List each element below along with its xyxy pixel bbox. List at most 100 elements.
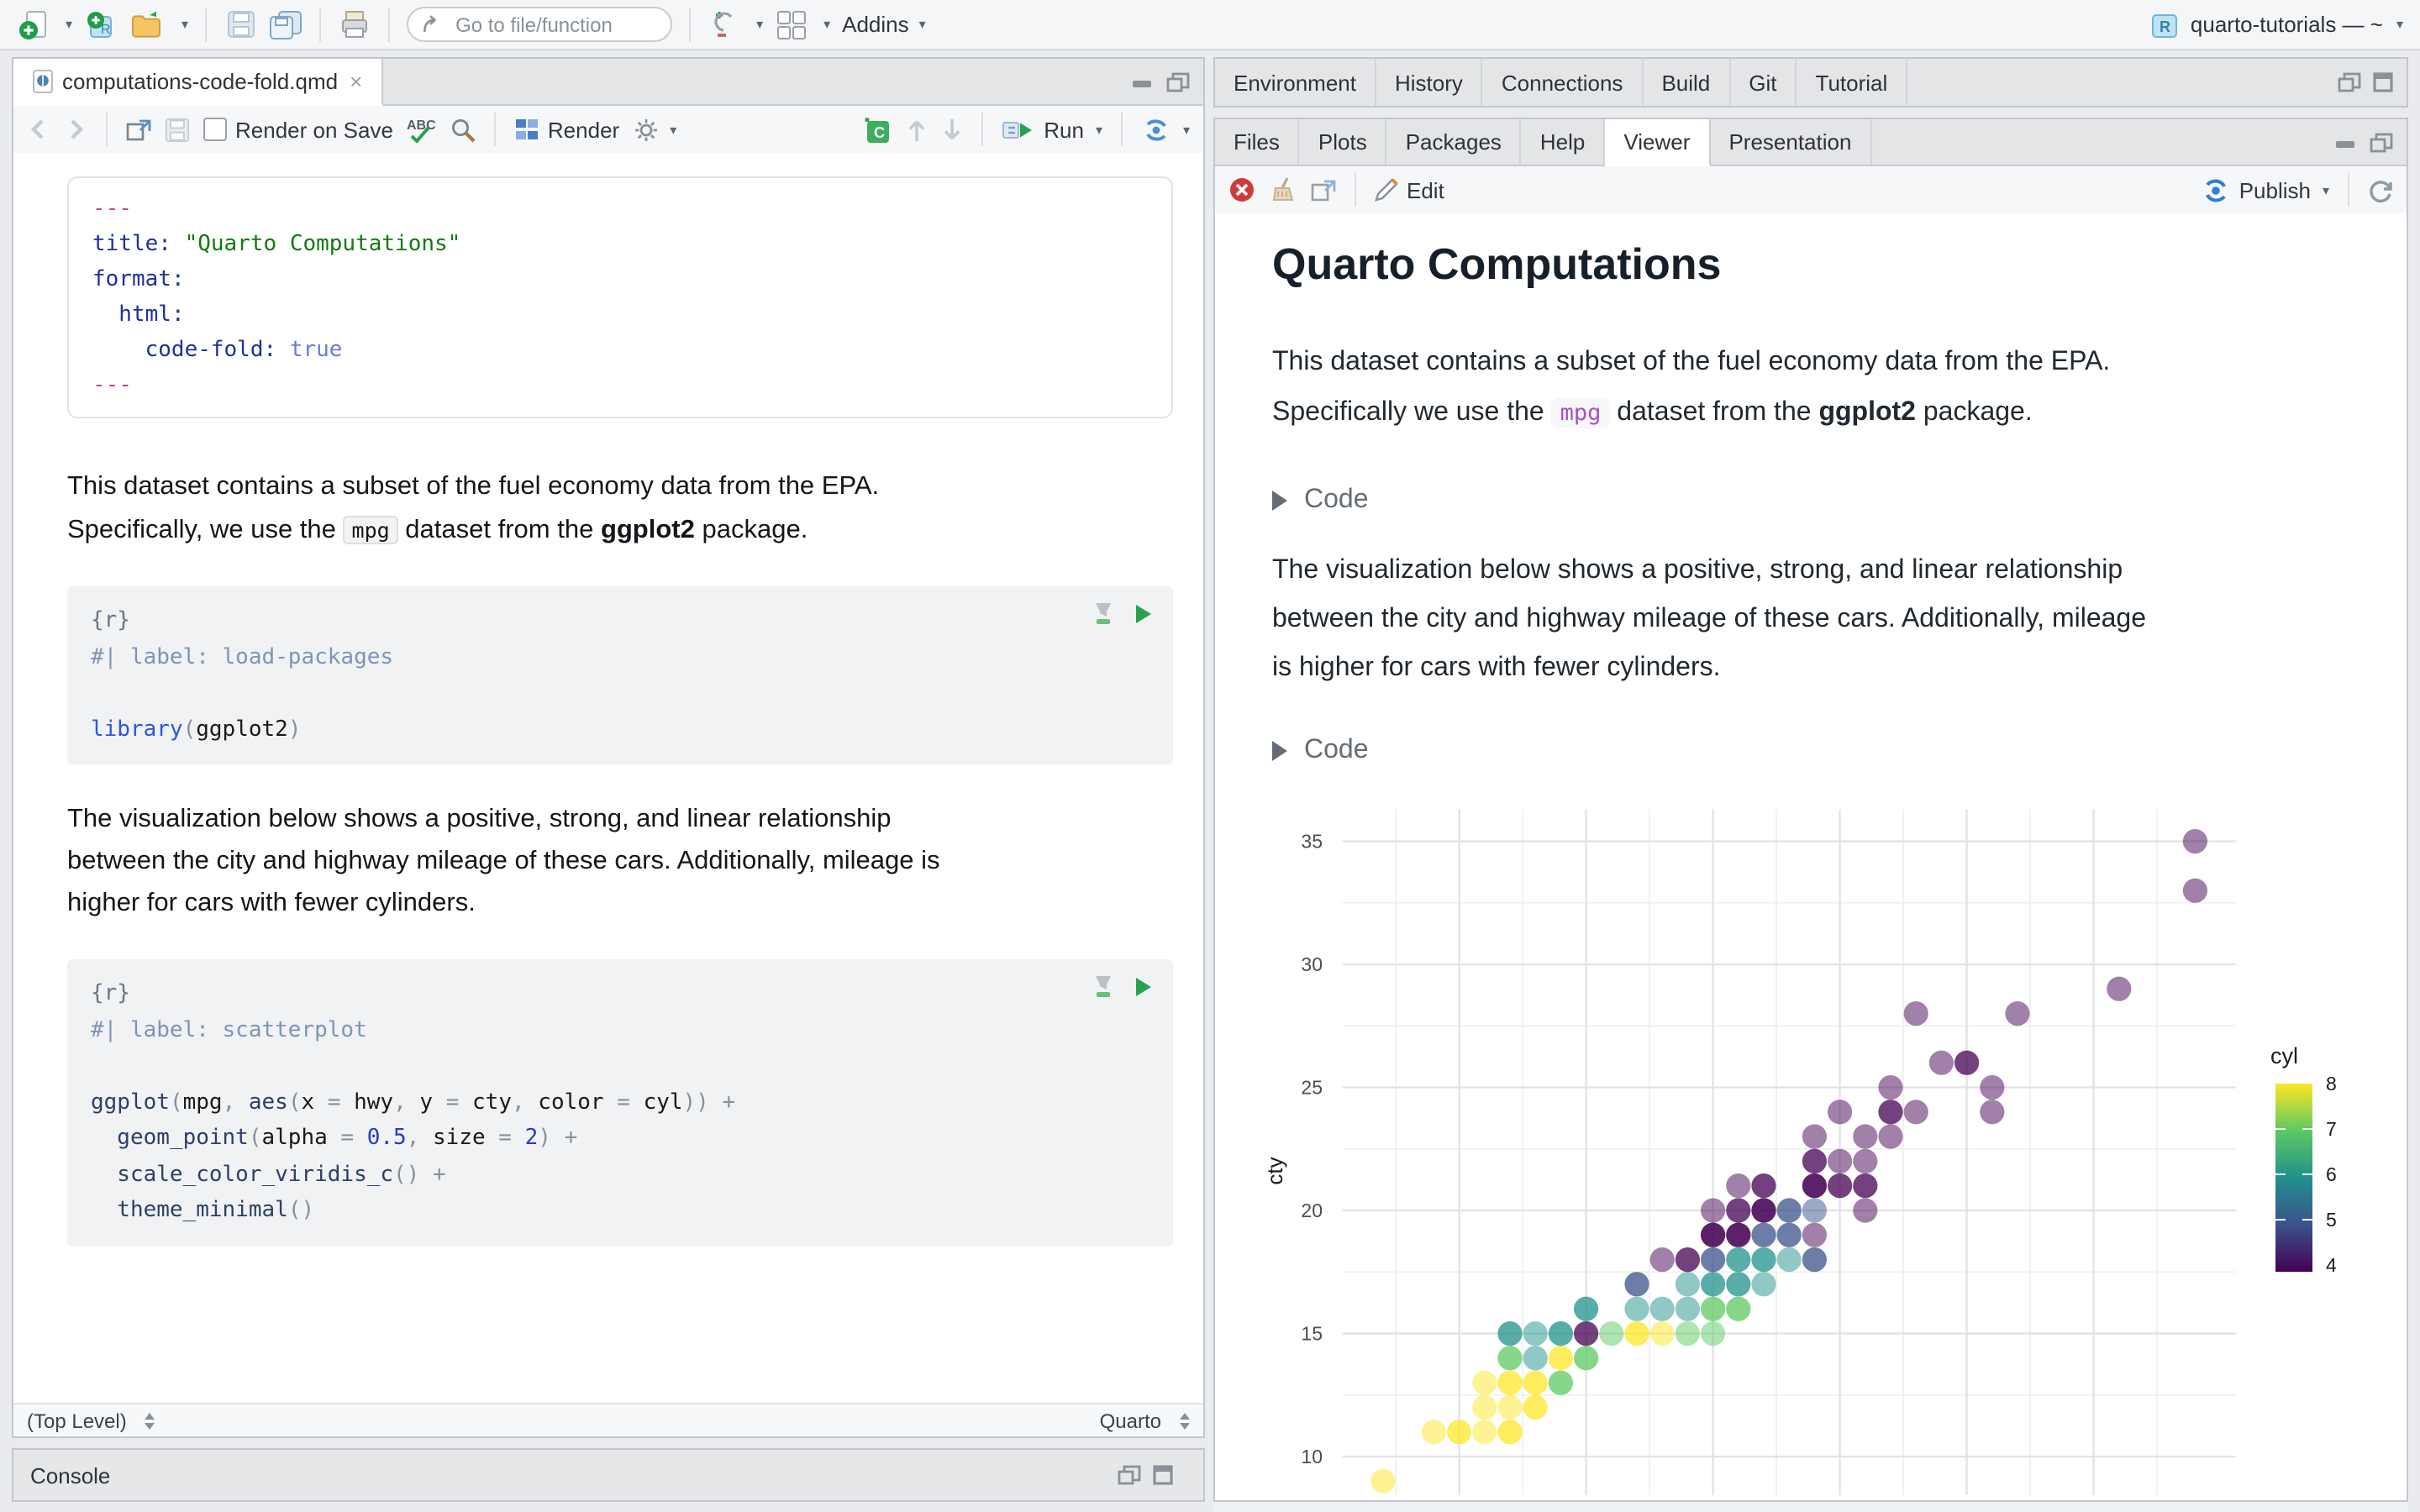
popout-viewer-icon[interactable] xyxy=(1311,179,1336,201)
svg-text:8: 8 xyxy=(2326,1073,2337,1095)
editor-paragraph-1[interactable]: This dataset contains a subset of the fu… xyxy=(67,465,1190,553)
tab-plots[interactable]: Plots xyxy=(1300,119,1387,165)
rerun-icon xyxy=(1146,118,1166,140)
goto-file-input[interactable] xyxy=(452,11,658,38)
main-toolbar: ▾ R ▾ ▾ ▾ Addins▾ R xyxy=(0,0,2420,50)
spellcheck-icon[interactable]: ABC xyxy=(407,116,437,143)
run-button[interactable]: Run ▾ xyxy=(1002,117,1102,142)
new-file-icon[interactable] xyxy=(17,6,50,43)
save-doc-icon[interactable] xyxy=(165,117,190,142)
new-project-icon[interactable]: R xyxy=(84,6,118,43)
svg-text:30: 30 xyxy=(1301,953,1323,975)
go-prev-section-icon[interactable] xyxy=(906,117,928,142)
file-type-selector[interactable]: Quarto xyxy=(1100,1409,1190,1432)
render-on-save-label: Render on Save xyxy=(235,117,393,142)
save-all-icon[interactable] xyxy=(269,6,302,43)
insert-chunk-icon[interactable]: C xyxy=(859,111,892,148)
chunk-options-icon[interactable] xyxy=(1092,974,1114,998)
tab-build[interactable]: Build xyxy=(1643,59,1731,106)
code-chunk-scatterplot[interactable]: {r} #| label: scatterplot ggplot(mpg, aes… xyxy=(67,959,1173,1246)
print-icon[interactable] xyxy=(338,6,371,43)
project-name: quarto-tutorials — ~ xyxy=(2190,12,2383,37)
version-control-icon[interactable] xyxy=(708,6,741,43)
run-chunk-icon[interactable] xyxy=(1134,602,1153,624)
tab-git[interactable]: Git xyxy=(1730,59,1797,106)
edit-button[interactable]: Edit xyxy=(1375,177,1444,202)
minimize-pane-icon[interactable] xyxy=(1118,1465,1141,1485)
svg-text:7: 7 xyxy=(2326,1118,2337,1140)
render-on-save-toggle[interactable]: Render on Save xyxy=(203,117,393,142)
find-replace-icon[interactable] xyxy=(450,117,476,142)
svg-text:35: 35 xyxy=(1301,831,1323,853)
new-file-caret[interactable]: ▾ xyxy=(66,17,72,32)
publish-label: Publish xyxy=(2238,177,2311,202)
popout-icon[interactable] xyxy=(126,118,151,140)
yaml-metadata-block[interactable]: --- title: "Quarto Computations" format: h… xyxy=(67,176,1173,418)
tab-environment[interactable]: Environment xyxy=(1215,59,1376,106)
render-button[interactable]: Render xyxy=(514,117,619,142)
publish-icon xyxy=(2206,178,2227,202)
goto-arrow-icon xyxy=(424,15,436,33)
qmd-file-icon xyxy=(33,70,53,93)
refresh-icon[interactable] xyxy=(2368,177,2393,202)
minimize-pane-icon[interactable] xyxy=(1131,73,1155,90)
open-recent-caret[interactable]: ▾ xyxy=(182,17,188,32)
version-control-caret[interactable]: ▾ xyxy=(756,17,763,32)
code-fold-toggle-1[interactable]: Code xyxy=(1272,480,2407,521)
tab-files[interactable]: Files xyxy=(1215,119,1300,165)
source-editor-pane: computations-code-fold.qmd × Render on S… xyxy=(12,57,1205,1438)
svg-text:ABC: ABC xyxy=(407,118,436,133)
tab-title: computations-code-fold.qmd xyxy=(62,69,339,94)
back-icon[interactable] xyxy=(27,119,50,139)
tab-viewer[interactable]: Viewer xyxy=(1605,119,1711,166)
open-file-icon[interactable] xyxy=(129,6,166,43)
save-icon[interactable] xyxy=(224,6,257,43)
svg-text:5: 5 xyxy=(2326,1209,2337,1231)
addins-button[interactable]: Addins ▾ xyxy=(842,12,926,37)
r-project-icon: R xyxy=(2152,13,2178,37)
tab-history[interactable]: History xyxy=(1376,59,1483,106)
tab-close-icon[interactable]: × xyxy=(350,69,362,94)
svg-text:15: 15 xyxy=(1301,1323,1323,1345)
console-pane[interactable]: Console xyxy=(12,1448,1205,1502)
maximize-pane-icon[interactable] xyxy=(2370,132,2393,152)
forward-icon[interactable] xyxy=(64,119,87,139)
render-on-save-checkbox[interactable] xyxy=(203,118,227,141)
goto-file-search[interactable] xyxy=(407,7,673,42)
tab-help[interactable]: Help xyxy=(1522,119,1606,165)
tab-connections[interactable]: Connections xyxy=(1483,59,1644,106)
editor-paragraph-2[interactable]: The visualization below shows a positive… xyxy=(67,798,1190,924)
run-label: Run xyxy=(1044,117,1084,142)
svg-text:R: R xyxy=(101,22,111,36)
rerun-button[interactable]: ▾ xyxy=(1141,117,1190,142)
workspace-panes-icon[interactable] xyxy=(775,6,808,43)
run-chunk-icon[interactable] xyxy=(1134,975,1153,997)
tab-packages[interactable]: Packages xyxy=(1387,119,1522,165)
maximize-pane-icon[interactable] xyxy=(1166,71,1190,92)
project-chooser[interactable]: R quarto-tutorials — ~ ▾ xyxy=(2150,9,2403,39)
editor-document[interactable]: --- title: "Quarto Computations" format: h… xyxy=(13,153,1203,1403)
go-next-section-icon[interactable] xyxy=(941,117,963,142)
workspace-panes-caret[interactable]: ▾ xyxy=(823,17,830,32)
chunk-options-icon[interactable] xyxy=(1092,601,1114,625)
clear-viewer-icon[interactable] xyxy=(1269,176,1297,203)
tab-tutorial[interactable]: Tutorial xyxy=(1797,59,1908,106)
stop-viewer-icon[interactable] xyxy=(1228,176,1255,203)
svg-text:6: 6 xyxy=(2326,1163,2337,1185)
code-chunk-load-packages[interactable]: {r} #| label: load-packages library(ggplo… xyxy=(67,586,1173,764)
publish-button[interactable]: Publish ▾ xyxy=(2202,177,2329,202)
code-fold-toggle-2[interactable]: Code xyxy=(1272,731,2407,771)
minimize-pane-icon[interactable] xyxy=(2334,134,2358,150)
svg-text:cyl: cyl xyxy=(2270,1043,2298,1068)
edit-label: Edit xyxy=(1407,177,1444,202)
maximize-pane-icon[interactable] xyxy=(2373,72,2393,92)
tab-computations-code-fold[interactable]: computations-code-fold.qmd × xyxy=(13,59,383,106)
maximize-pane-icon[interactable] xyxy=(1153,1465,1173,1485)
doc-title: Quarto Computations xyxy=(1272,239,1722,289)
environment-pane: Environment History Connections Build Gi… xyxy=(1213,57,2408,108)
editor-status-bar: (Top Level) Quarto xyxy=(13,1403,1203,1436)
outline-location-selector[interactable]: (Top Level) xyxy=(27,1409,155,1432)
tab-presentation[interactable]: Presentation xyxy=(1710,119,1872,165)
render-settings-button[interactable]: ▾ xyxy=(633,117,676,142)
minimize-pane-icon[interactable] xyxy=(2338,72,2361,92)
